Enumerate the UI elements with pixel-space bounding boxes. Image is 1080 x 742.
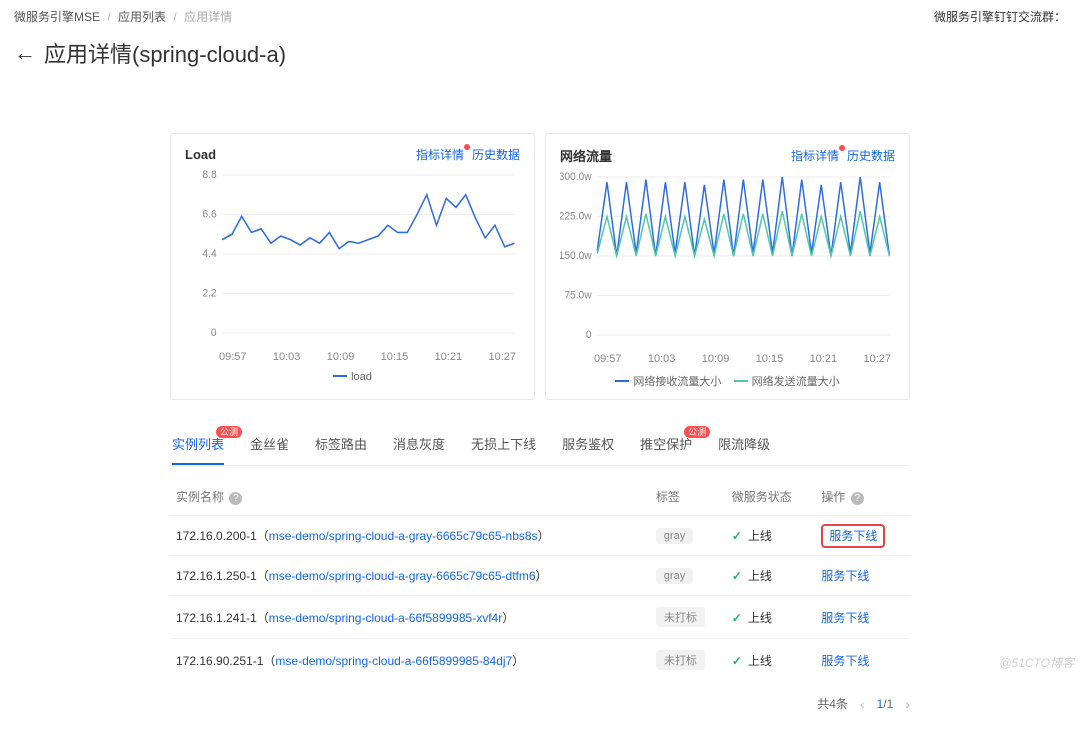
pagination: 共4条 ‹ 1/1 › [170, 695, 910, 712]
col-name: 实例名称 ? [170, 478, 650, 516]
check-icon: ✓ [732, 569, 742, 583]
svg-text:150.0w: 150.0w [560, 250, 592, 262]
cell-instance-name: 172.16.1.241-1（mse-demo/spring-cloud-a-6… [170, 596, 650, 639]
pagination-next-icon[interactable]: › [905, 696, 910, 712]
back-arrow-icon[interactable]: ← [14, 42, 36, 64]
svg-text:300.0w: 300.0w [560, 171, 592, 183]
col-action: 操作 ? [815, 478, 910, 516]
cell-instance-name: 172.16.0.200-1（mse-demo/spring-cloud-a-g… [170, 516, 650, 556]
tab-推空保护[interactable]: 推空保护公测 [640, 424, 692, 465]
tab-标签路由[interactable]: 标签路由 [315, 424, 367, 465]
pod-link[interactable]: mse-demo/spring-cloud-a-66f5899985-xvf4r [269, 611, 502, 625]
action-offline[interactable]: 服务下线 [821, 611, 869, 625]
help-icon[interactable]: ? [229, 492, 242, 505]
card-network: 网络流量 指标详情 历史数据 075.0w150.0w225.0w300.0w … [545, 133, 910, 400]
cell-status: ✓上线 [726, 596, 816, 639]
action-offline[interactable]: 服务下线 [821, 524, 885, 548]
action-offline[interactable]: 服务下线 [821, 654, 869, 668]
cell-instance-name: 172.16.90.251-1（mse-demo/spring-cloud-a-… [170, 639, 650, 682]
tag-badge: 未打标 [656, 650, 705, 670]
page-title: 应用详情(spring-cloud-a) [44, 37, 286, 69]
pod-link[interactable]: mse-demo/spring-cloud-a-gray-6665c79c65-… [269, 569, 536, 583]
page-title-row: ← 应用详情(spring-cloud-a) [0, 31, 1080, 83]
svg-text:0: 0 [211, 327, 217, 339]
pagination-current: 1 [877, 697, 884, 711]
dingtalk-group-label: 微服务引擎钉钉交流群： [934, 8, 1066, 25]
tab-实例列表[interactable]: 实例列表公测 [172, 424, 224, 465]
pagination-prev-icon[interactable]: ‹ [860, 696, 865, 712]
breadcrumb-item[interactable]: 微服务引擎MSE [14, 10, 100, 24]
svg-text:4.4: 4.4 [202, 248, 216, 260]
breadcrumb-item[interactable]: 应用列表 [118, 10, 166, 24]
help-icon[interactable]: ? [851, 492, 864, 505]
tab-金丝雀[interactable]: 金丝雀 [250, 424, 289, 465]
tab-服务鉴权[interactable]: 服务鉴权 [562, 424, 614, 465]
action-offline[interactable]: 服务下线 [821, 569, 869, 583]
breadcrumb-separator: / [107, 10, 110, 24]
pod-link[interactable]: mse-demo/spring-cloud-a-gray-6665c79c65-… [269, 529, 538, 543]
legend-tx: 网络发送流量大小 [752, 376, 840, 388]
tab-badge: 公测 [216, 426, 242, 438]
chart-network: 0 75.0w 150.0w 225.0w 300.0w [560, 171, 895, 351]
svg-text:8.8: 8.8 [202, 169, 216, 181]
cell-status: ✓上线 [726, 639, 816, 682]
tabs: 实例列表公测金丝雀标签路由消息灰度无损上下线服务鉴权推空保护公测限流降级 [170, 424, 910, 465]
link-history-data[interactable]: 历史数据 [472, 146, 520, 163]
link-metric-detail[interactable]: 指标详情 [791, 147, 839, 164]
cell-status: ✓上线 [726, 516, 816, 556]
svg-text:225.0w: 225.0w [560, 210, 592, 222]
cell-instance-name: 172.16.1.250-1（mse-demo/spring-cloud-a-g… [170, 556, 650, 596]
check-icon: ✓ [732, 654, 742, 668]
card-title-load: Load [185, 147, 216, 162]
link-history-data[interactable]: 历史数据 [847, 147, 895, 164]
table-row: 172.16.1.250-1（mse-demo/spring-cloud-a-g… [170, 556, 910, 596]
tag-badge: 未打标 [656, 607, 705, 627]
cell-status: ✓上线 [726, 556, 816, 596]
svg-text:0: 0 [586, 329, 592, 341]
svg-text:6.6: 6.6 [202, 208, 216, 220]
table-row: 172.16.90.251-1（mse-demo/spring-cloud-a-… [170, 639, 910, 682]
breadcrumb-separator: / [173, 10, 176, 24]
breadcrumb-item-current: 应用详情 [184, 10, 232, 24]
col-tag: 标签 [650, 478, 726, 516]
tab-无损上下线[interactable]: 无损上下线 [471, 424, 536, 465]
svg-text:2.2: 2.2 [202, 287, 216, 299]
svg-text:75.0w: 75.0w [564, 289, 592, 301]
pagination-total-pages: 1 [887, 697, 894, 711]
tag-badge: gray [656, 528, 693, 544]
legend-rx: 网络接收流量大小 [633, 376, 721, 388]
tag-badge: gray [656, 568, 693, 584]
watermark: @51CTO博客 [999, 654, 1074, 671]
tab-消息灰度[interactable]: 消息灰度 [393, 424, 445, 465]
instance-table: 实例名称 ? 标签 微服务状态 操作 ? 172.16.0.200-1（mse-… [170, 478, 910, 681]
tab-限流降级[interactable]: 限流降级 [718, 424, 770, 465]
pod-link[interactable]: mse-demo/spring-cloud-a-66f5899985-84dj7 [275, 654, 512, 668]
tab-badge: 公测 [684, 426, 710, 438]
table-row: 172.16.1.241-1（mse-demo/spring-cloud-a-6… [170, 596, 910, 639]
legend-load: load [351, 371, 372, 383]
check-icon: ✓ [732, 529, 742, 543]
check-icon: ✓ [732, 611, 742, 625]
card-load: Load 指标详情 历史数据 02.24.46.68.8 09:5710:031… [170, 133, 535, 400]
card-title-network: 网络流量 [560, 146, 612, 165]
pagination-total: 共4条 [817, 695, 848, 712]
breadcrumb: 微服务引擎MSE / 应用列表 / 应用详情 微服务引擎钉钉交流群： [0, 0, 1080, 31]
table-row: 172.16.0.200-1（mse-demo/spring-cloud-a-g… [170, 516, 910, 556]
col-status: 微服务状态 [726, 478, 816, 516]
chart-load: 0 2.2 4.4 6.6 8.8 [185, 169, 520, 349]
link-metric-detail[interactable]: 指标详情 [416, 146, 464, 163]
